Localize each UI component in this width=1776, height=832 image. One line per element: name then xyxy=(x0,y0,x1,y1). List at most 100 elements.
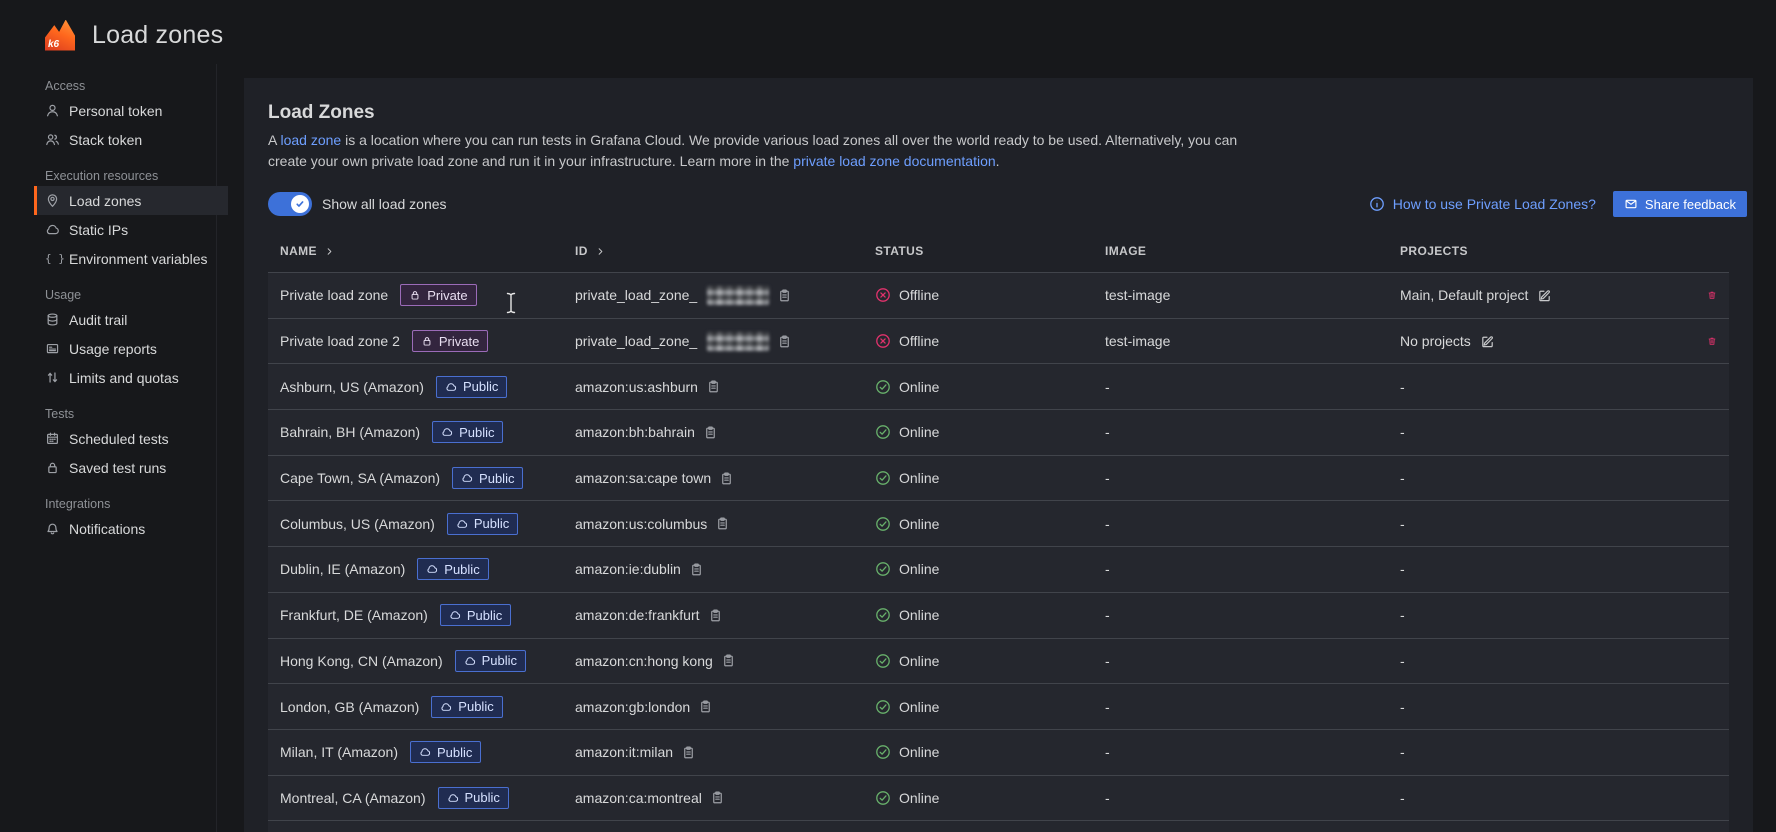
sidebar-item-audit-trail[interactable]: Audit trail xyxy=(34,305,228,334)
sidebar-item-usage-reports[interactable]: Usage reports xyxy=(34,334,228,363)
column-header-name[interactable]: NAME xyxy=(268,230,563,272)
zone-projects: - xyxy=(1400,744,1405,760)
sidebar-item-limits-and-quotas[interactable]: Limits and quotas xyxy=(34,363,228,392)
zone-projects: - xyxy=(1400,653,1405,669)
column-header-id[interactable]: ID xyxy=(563,230,863,272)
bell-icon xyxy=(45,521,60,536)
chevron-right-icon xyxy=(595,246,606,257)
edit-projects-button[interactable] xyxy=(1480,334,1495,349)
sidebar-item-scheduled-tests[interactable]: Scheduled tests xyxy=(34,424,228,453)
id-cell: amazon:sa:cape town xyxy=(563,456,863,501)
zone-badge: Public xyxy=(452,467,523,489)
zone-badge: Public xyxy=(410,741,481,763)
copy-id-button[interactable] xyxy=(706,379,721,394)
actions-cell xyxy=(1695,776,1729,821)
column-label: IMAGE xyxy=(1105,244,1146,258)
feedback-button-label: Share feedback xyxy=(1645,197,1736,212)
id-cell: amazon:de:frankfurt xyxy=(563,593,863,638)
description-line-1: A load zone is a location where you can … xyxy=(268,130,1237,151)
copy-id-button[interactable] xyxy=(708,608,723,623)
sidebar-item-saved-test-runs[interactable]: Saved test runs xyxy=(34,453,228,482)
zone-id: amazon:us:ashburn xyxy=(575,379,698,395)
projects-cell: Main, Default project xyxy=(1388,273,1695,318)
id-cell: amazon:bh:bahrain xyxy=(563,410,863,455)
actions-cell xyxy=(1695,730,1729,775)
zone-image: test-image xyxy=(1105,333,1170,349)
table-row: Private load zone Private private_load_z… xyxy=(268,272,1729,318)
copy-id-button[interactable] xyxy=(777,288,792,303)
id-cell: amazon:us:columbus xyxy=(563,501,863,546)
cloud-icon xyxy=(445,381,457,393)
private-load-zone-docs-link[interactable]: private load zone documentation xyxy=(793,153,995,169)
status-text: Online xyxy=(899,790,939,806)
zone-projects: - xyxy=(1400,561,1405,577)
sidebar-item-stack-token[interactable]: Stack token xyxy=(34,125,228,154)
badge-label: Public xyxy=(474,516,509,531)
badge-label: Private xyxy=(439,334,479,349)
copy-id-button[interactable] xyxy=(703,425,718,440)
copy-id-button[interactable] xyxy=(698,699,713,714)
image-cell: - xyxy=(1093,501,1388,546)
name-cell: Frankfurt, DE (Amazon) Public xyxy=(268,593,563,638)
edit-projects-button[interactable] xyxy=(1537,288,1552,303)
sidebar-item-notifications[interactable]: Notifications xyxy=(34,514,228,543)
image-cell: - xyxy=(1093,776,1388,821)
copy-id-button[interactable] xyxy=(689,562,704,577)
copy-id-button[interactable] xyxy=(681,745,696,760)
table-row: London, GB (Amazon) Public amazon:gb:lon… xyxy=(268,683,1729,729)
sidebar-item-static-ips[interactable]: Static IPs xyxy=(34,215,228,244)
zone-image: - xyxy=(1105,699,1110,715)
sidebar-item-label: Audit trail xyxy=(69,312,127,328)
how-to-use-private-load-zones-link[interactable]: How to use Private Load Zones? xyxy=(1369,196,1596,212)
sidebar-item-personal-token[interactable]: Personal token xyxy=(34,96,228,125)
status-text: Online xyxy=(899,744,939,760)
zone-badge: Public xyxy=(438,787,509,809)
description-text: A xyxy=(268,132,280,148)
image-cell: test-image xyxy=(1093,273,1388,318)
table-header: NAME ID STATUS IMAGE PROJECTS xyxy=(268,230,1729,272)
id-cell: amazon:cn:hong kong xyxy=(563,639,863,684)
actions-cell xyxy=(1695,456,1729,501)
check-icon xyxy=(294,198,306,210)
projects-cell: No projects xyxy=(1388,319,1695,364)
copy-id-button[interactable] xyxy=(777,334,792,349)
id-cell: private_load_zone_ xyxy=(563,273,863,318)
actions-cell xyxy=(1695,639,1729,684)
share-feedback-button[interactable]: Share feedback xyxy=(1613,191,1747,217)
lock-icon xyxy=(45,460,60,475)
zone-image: - xyxy=(1105,561,1110,577)
delete-zone-button[interactable] xyxy=(1707,287,1717,303)
copy-id-button[interactable] xyxy=(710,790,725,805)
projects-cell: - xyxy=(1388,501,1695,546)
badge-label: Public xyxy=(482,653,517,668)
actions-cell xyxy=(1695,684,1729,729)
status-text: Online xyxy=(899,516,939,532)
sidebar-item-label: Personal token xyxy=(69,103,162,119)
column-header-image: IMAGE xyxy=(1093,230,1388,272)
zone-name: Frankfurt, DE (Amazon) xyxy=(280,607,428,623)
page-title: Load Zones xyxy=(268,102,375,124)
load-zone-link[interactable]: load zone xyxy=(280,132,341,148)
copy-id-button[interactable] xyxy=(721,653,736,668)
sidebar-item-environment-variables[interactable]: { } Environment variables xyxy=(34,244,228,273)
status-cell: Online xyxy=(863,776,1093,821)
delete-zone-button[interactable] xyxy=(1707,333,1717,349)
zone-image: - xyxy=(1105,424,1110,440)
sidebar-item-label: Limits and quotas xyxy=(69,370,179,386)
image-cell: - xyxy=(1093,364,1388,409)
projects-cell: - xyxy=(1388,684,1695,729)
zone-name: Bahrain, BH (Amazon) xyxy=(280,424,420,440)
sidebar-item-load-zones[interactable]: Load zones xyxy=(34,186,228,215)
offline-status-icon xyxy=(875,333,891,349)
copy-id-button[interactable] xyxy=(719,471,734,486)
cloud-icon xyxy=(461,472,473,484)
status-cell: Offline xyxy=(863,273,1093,318)
status-text: Online xyxy=(899,699,939,715)
nav-section-execution-resources: Execution resources xyxy=(45,166,216,186)
info-icon xyxy=(1369,196,1385,212)
braces-icon: { } xyxy=(45,252,60,265)
zone-image: - xyxy=(1105,653,1110,669)
status-text: Online xyxy=(899,607,939,623)
copy-id-button[interactable] xyxy=(715,516,730,531)
show-all-load-zones-toggle[interactable] xyxy=(268,192,312,216)
